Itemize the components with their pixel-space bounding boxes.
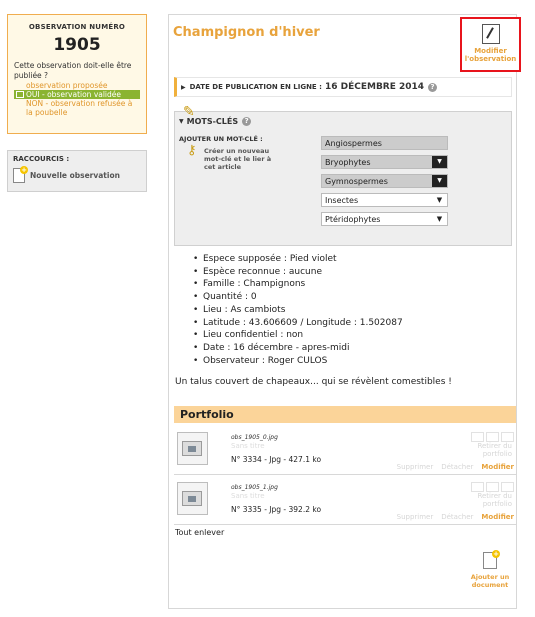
image-thumbnail[interactable] (177, 482, 208, 515)
list-item: Observateur : Roger CULOS (193, 355, 403, 368)
delete-link[interactable]: Supprimer (397, 463, 434, 471)
publication-date-value: 16 DÉCEMBRE 2014 (324, 82, 425, 92)
portfolio-untitled: Sans titre (231, 442, 265, 450)
new-observation-link[interactable]: + Nouvelle observation (13, 166, 141, 183)
collapse-triangle-icon: ▼ (179, 118, 184, 125)
keyword-value: Gymnospermes (325, 176, 388, 186)
observation-number: 1905 (53, 35, 101, 55)
dropdown-arrow-icon: ▼ (432, 175, 447, 187)
shortcuts-panel: RACCOURCIS : + Nouvelle observation (7, 150, 147, 192)
portfolio-filename: obs_1905_0.jpg (231, 434, 278, 441)
rotate-icon[interactable] (501, 432, 514, 442)
list-item: Lieu confidentiel : non (193, 329, 403, 342)
status-option-validated-label: OUI - observation validée (26, 90, 122, 99)
create-keyword-link[interactable]: ⚷ Créer un nouveau mot-clé et le lier à … (187, 143, 282, 171)
portfolio-info: N° 3335 - Jpg - 392.2 ko (231, 505, 322, 514)
list-item: Quantité : 0 (193, 291, 403, 304)
status-option-proposed[interactable]: observation proposée (14, 81, 140, 90)
detach-link[interactable]: Détacher (441, 513, 473, 521)
rotate-icon[interactable] (501, 482, 514, 492)
detach-link[interactable]: Détacher (441, 463, 473, 471)
add-document-label: Ajouter un document (470, 573, 510, 589)
observation-description: Un talus couvert de chapeaux... qui se r… (175, 377, 452, 387)
add-keyword-label: AJOUTER UN MOT-CLÉ : (179, 135, 263, 143)
dropdown-arrow-icon: ▼ (432, 213, 447, 225)
keyword-value: Bryophytes (325, 157, 371, 167)
portfolio-header: Portfolio (174, 406, 516, 423)
list-item: Famille : Champignons (193, 278, 403, 291)
add-document-button[interactable]: + Ajouter un document (462, 550, 518, 589)
list-item: Latitude : 43.606609 / Longitude : 1.502… (193, 317, 403, 330)
rotate-right-icon[interactable] (486, 432, 499, 442)
keyword-field-angiospermes[interactable]: Angiospermes (321, 136, 448, 150)
portfolio-actions: Supprimer Détacher Modifier (397, 513, 514, 521)
keywords-header[interactable]: ▼ MOTS-CLÉS ? (179, 117, 252, 126)
list-item: Espèce reconnue : aucune (193, 266, 403, 279)
portfolio-action-icons (471, 432, 514, 442)
status-option-validated[interactable]: OUI - observation validée (14, 90, 140, 99)
add-document-icon: + (483, 550, 500, 569)
publication-date-bar[interactable]: ▶ DATE DE PUBLICATION EN LIGNE : 16 DÉCE… (174, 77, 512, 97)
remove-from-portfolio-link[interactable]: Retirer du portfolio (452, 442, 512, 458)
observation-facts-list: Espece supposée : Pied violet Espèce rec… (193, 253, 403, 367)
rotate-right-icon[interactable] (486, 482, 499, 492)
dropdown-arrow-icon: ▼ (432, 194, 447, 206)
new-observation-label: Nouvelle observation (30, 171, 120, 180)
remove-from-portfolio-link[interactable]: Retirer du portfolio (452, 492, 512, 508)
portfolio-action-icons (471, 482, 514, 492)
observation-detail-panel: Champignon d'hiver Modifier l'observatio… (168, 14, 521, 609)
rotate-left-icon[interactable] (471, 432, 484, 442)
checkbox-icon (16, 91, 24, 98)
portfolio-item: obs_1905_0.jpg Sans titre N° 3334 - Jpg … (174, 429, 516, 475)
clear-all-link[interactable]: Tout enlever (175, 528, 224, 537)
portfolio-info: N° 3334 - Jpg - 427.1 ko (231, 455, 322, 464)
modify-link[interactable]: Modifier (481, 513, 514, 521)
rotate-left-icon[interactable] (471, 482, 484, 492)
key-icon: ⚷ (187, 143, 197, 158)
observation-number-label: OBSERVATION NUMÉRO (28, 23, 126, 31)
expand-triangle-icon: ▶ (181, 83, 186, 91)
list-item: Lieu : As cambiots (193, 304, 403, 317)
delete-link[interactable]: Supprimer (397, 513, 434, 521)
keyword-select-bryophytes[interactable]: Bryophytes ▼ (321, 155, 448, 169)
help-icon[interactable]: ? (242, 117, 252, 126)
portfolio-filename: obs_1905_1.jpg (231, 484, 278, 491)
page-title: Champignon d'hiver (173, 25, 320, 40)
shortcuts-title: RACCOURCIS : (13, 155, 70, 163)
keyword-value: Angiospermes (325, 138, 382, 148)
keywords-panel: ✎ ▼ MOTS-CLÉS ? AJOUTER UN MOT-CLÉ : ⚷ C… (174, 104, 512, 246)
edit-observation-button[interactable]: Modifier l'observation (460, 17, 521, 72)
help-icon[interactable]: ? (428, 82, 438, 92)
dropdown-arrow-icon: ▼ (432, 156, 447, 168)
new-document-icon: + (13, 166, 28, 183)
modify-link[interactable]: Modifier (481, 463, 514, 471)
keywords-title: MOTS-CLÉS (186, 117, 239, 126)
portfolio-item: obs_1905_1.jpg Sans titre N° 3335 - Jpg … (174, 479, 516, 525)
keyword-select-insectes[interactable]: Insectes ▼ (321, 193, 448, 207)
status-option-refused[interactable]: NON - observation refusée à la poubelle (14, 99, 140, 117)
observation-status-box: OBSERVATION NUMÉRO 1905 Cette observatio… (7, 14, 147, 134)
list-item: Espece supposée : Pied violet (193, 253, 403, 266)
create-keyword-label: Créer un nouveau mot-clé et le lier à ce… (204, 147, 272, 171)
publish-question: Cette observation doit-elle être publiée… (14, 61, 132, 80)
publication-date-label: DATE DE PUBLICATION EN LIGNE : (189, 83, 322, 91)
edit-icon (481, 24, 500, 44)
list-item: Date : 16 décembre - apres-midi (193, 342, 403, 355)
portfolio-actions: Supprimer Détacher Modifier (397, 463, 514, 471)
keyword-select-gymnospermes[interactable]: Gymnospermes ▼ (321, 174, 448, 188)
edit-observation-label: Modifier l'observation (464, 47, 517, 63)
portfolio-untitled: Sans titre (231, 492, 265, 500)
keyword-select-pteridophytes[interactable]: Ptéridophytes ▼ (321, 212, 448, 226)
image-thumbnail[interactable] (177, 432, 208, 465)
keyword-value: Ptéridophytes (325, 214, 381, 224)
keyword-value: Insectes (325, 195, 359, 205)
